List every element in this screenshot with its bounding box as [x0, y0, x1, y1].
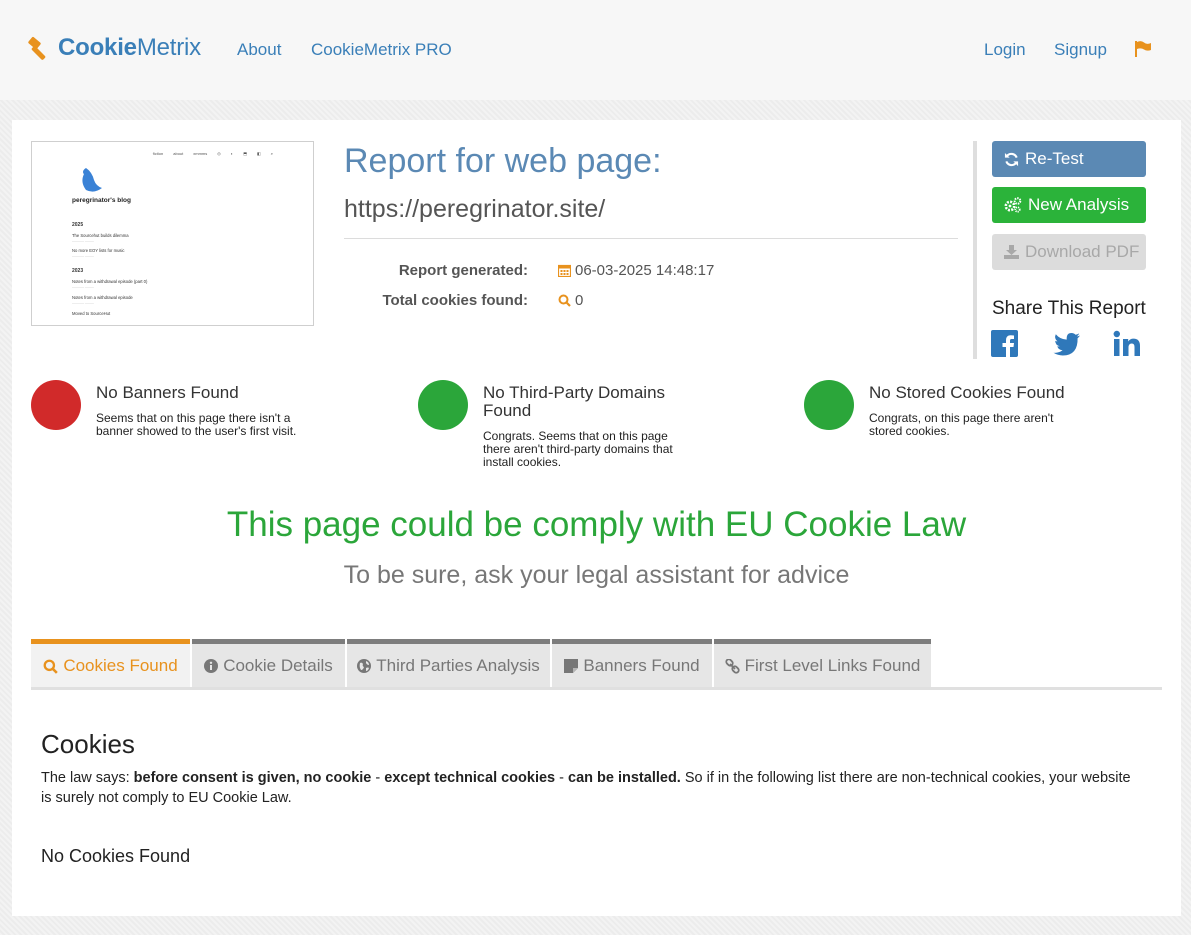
retest-button[interactable]: Re-Test	[992, 141, 1146, 177]
globe-icon	[357, 659, 372, 673]
search-icon	[558, 294, 571, 307]
nav-pro-link[interactable]: CookieMetrix PRO	[311, 40, 452, 60]
report-title: Report for web page:	[344, 142, 662, 180]
compliance-headline: This page could be comply with EU Cookie…	[226, 505, 967, 544]
result-third-party-title: No Third-Party Domains Found	[483, 383, 666, 420]
report-generated-value: 06-03-2025 14:48:17	[558, 262, 714, 279]
linkedin-icon[interactable]	[1113, 330, 1141, 358]
banner-icon	[564, 659, 579, 673]
result-third-party-text: Congrats. Seems that on this page there …	[483, 429, 673, 469]
brand-logo-link[interactable]: CookieMetrix	[26, 34, 201, 62]
link-icon	[725, 658, 740, 674]
search-icon	[43, 659, 59, 674]
result-banners-title: No Banners Found	[96, 383, 239, 402]
result-stored-cookies-text: Congrats, on this page there aren't stor…	[869, 411, 1054, 438]
legal-advice-note: To be sure, ask your legal assistant for…	[343, 561, 850, 589]
tab-cookie-details[interactable]: Cookie Details	[192, 639, 345, 688]
banner-status-indicator	[31, 380, 81, 430]
page-screenshot-thumbnail: fiction about xmmms ◎ ◐ ⬒ ◧ ⌕ peregrinat…	[31, 141, 314, 326]
thumbnail-blog-title: peregrinator's blog	[72, 197, 131, 204]
nav-login-link[interactable]: Login	[984, 40, 1026, 60]
new-analysis-button[interactable]: New Analysis	[992, 187, 1146, 223]
download-icon	[1004, 245, 1019, 259]
nav-signup-link[interactable]: Signup	[1054, 40, 1107, 60]
cookies-section-heading: Cookies	[41, 729, 135, 759]
vertical-separator	[973, 141, 977, 359]
flag-icon[interactable]	[1134, 41, 1152, 57]
tab-banners-found[interactable]: Banners Found	[552, 639, 712, 688]
tab-third-parties[interactable]: Third Parties Analysis	[347, 639, 550, 688]
tabs-underline	[31, 687, 1162, 690]
bird-logo-icon	[82, 168, 102, 192]
thumbnail-nav: fiction about xmmms ◎ ◐ ⬒ ◧ ⌕	[152, 151, 273, 156]
refresh-icon	[1004, 152, 1019, 166]
divider	[344, 238, 958, 239]
result-banners-text: Seems that on this page there isn't a ba…	[96, 411, 297, 438]
hammer-icon	[28, 37, 46, 60]
report-url: https://peregrinator.site/	[344, 195, 606, 223]
stored-cookies-status-indicator	[804, 380, 854, 430]
twitter-icon[interactable]	[1053, 330, 1081, 358]
gears-icon	[1004, 197, 1022, 213]
info-icon	[204, 659, 219, 673]
tab-cookies-found[interactable]: Cookies Found	[31, 639, 190, 688]
total-cookies-label: Total cookies found:	[382, 292, 528, 309]
calendar-icon	[558, 264, 571, 277]
no-cookies-message: No Cookies Found	[41, 846, 191, 866]
cookie-law-paragraph: The law says: before consent is given, n…	[41, 770, 1131, 806]
facebook-icon[interactable]	[991, 330, 1019, 358]
download-pdf-button[interactable]: Download PDF	[992, 234, 1146, 270]
total-cookies-value: 0	[558, 292, 583, 309]
third-party-status-indicator	[418, 380, 468, 430]
brand-name: CookieMetrix	[58, 34, 201, 61]
tab-first-level-links[interactable]: First Level Links Found	[714, 639, 931, 688]
result-stored-cookies-title: No Stored Cookies Found	[869, 383, 1065, 402]
report-panel: fiction about xmmms ◎ ◐ ⬒ ◧ ⌕ peregrinat…	[12, 120, 1181, 916]
report-generated-label: Report generated:	[398, 262, 528, 279]
share-title: Share This Report	[992, 298, 1146, 319]
top-navbar: CookieMetrix About CookieMetrix PRO Logi…	[0, 0, 1191, 100]
nav-about-link[interactable]: About	[237, 40, 281, 60]
